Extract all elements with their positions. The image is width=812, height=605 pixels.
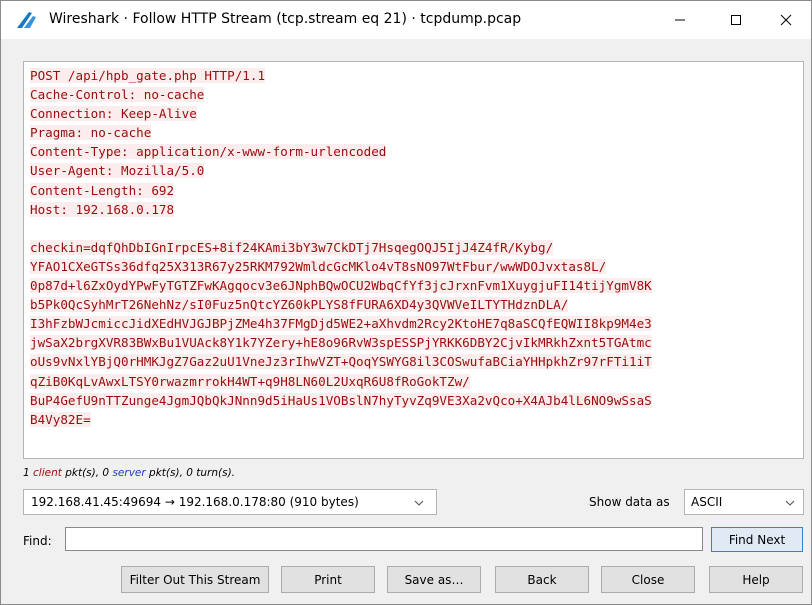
stream-line: Content-Type: application/x-www-form-url… bbox=[30, 142, 797, 161]
find-next-button[interactable]: Find Next bbox=[711, 527, 803, 552]
minimize-button[interactable] bbox=[657, 1, 703, 39]
chevron-down-icon bbox=[414, 497, 424, 511]
stream-line-text: oUs9vNxlYBjQ0rHMKJgZ7Gaz2uU1VneJz3rIhwVZ… bbox=[30, 354, 652, 370]
stream-line: YFAO1CXeGTSs36dfq25X313R67y25RKM792Wmldc… bbox=[30, 257, 797, 276]
stream-content-pane[interactable]: POST /api/hpb_gate.php HTTP/1.1 Cache-Con… bbox=[23, 61, 804, 459]
stream-line-text: POST /api/hpb_gate.php HTTP/1.1 bbox=[30, 68, 266, 83]
filter-out-stream-button[interactable]: Filter Out This Stream bbox=[121, 566, 269, 593]
show-data-as-select[interactable]: ASCII bbox=[684, 489, 804, 515]
stream-line-text: BuP4GefU9nTTZunge4JgmJQbQkJNnn9d5iHaUs1V… bbox=[30, 392, 652, 408]
stream-line: b5Pk0QcSyhMrT26NehNz/sI0Fuz5nQtcYZ60kPLY… bbox=[30, 295, 797, 314]
find-input[interactable] bbox=[65, 527, 703, 551]
close-window-button[interactable] bbox=[763, 1, 809, 39]
stream-line-text: b5Pk0QcSyhMrT26NehNz/sI0Fuz5nQtcYZ60kPLY… bbox=[30, 297, 569, 313]
back-button[interactable]: Back bbox=[495, 566, 589, 593]
stream-line-text: Pragma: no-cache bbox=[30, 125, 152, 141]
conversation-select-value: 192.168.41.45:49694 → 192.168.0.178:80 (… bbox=[31, 495, 359, 509]
stream-line: Pragma: no-cache bbox=[30, 123, 797, 142]
client-packet-count: 1 bbox=[23, 467, 30, 479]
server-packet-count: 0 bbox=[102, 467, 110, 479]
stream-line: Cache-Control: no-cache bbox=[30, 85, 797, 104]
stream-line-text: qZiB0KqLvAwxLTSY0rwazmrrokH4WT+q9H8LN60L… bbox=[30, 373, 470, 389]
packet-summary: 1 client pkt(s), 0 server pkt(s), 0 turn… bbox=[23, 467, 235, 479]
stream-line bbox=[30, 219, 797, 238]
stream-line-text: User-Agent: Mozilla/5.0 bbox=[30, 163, 205, 179]
stream-line: Host: 192.168.0.178 bbox=[30, 200, 797, 219]
client-suffix: pkt(s), bbox=[61, 467, 103, 479]
stream-line-text: Connection: Keep-Alive bbox=[30, 106, 197, 122]
follow-stream-window: Wireshark · Follow HTTP Stream (tcp.stre… bbox=[0, 0, 812, 605]
stream-line: BuP4GefU9nTTZunge4JgmJQbQkJNnn9d5iHaUs1V… bbox=[30, 391, 797, 410]
stream-line-text: Cache-Control: no-cache bbox=[30, 87, 205, 103]
server-suffix: pkt(s), 0 turn(s). bbox=[145, 467, 236, 479]
stream-line: checkin=dqfQhDbIGnIrpcES+8if24KAmi3bY3w7… bbox=[30, 238, 797, 257]
close-button[interactable]: Close bbox=[601, 566, 695, 593]
stream-line-text: jwSaX2brgXVR83BWxBu1VUAck8Y1k7YZery+hE8o… bbox=[30, 335, 652, 351]
save-as-button[interactable]: Save as… bbox=[387, 566, 481, 593]
title-bar[interactable]: Wireshark · Follow HTTP Stream (tcp.stre… bbox=[1, 1, 811, 39]
stream-line: POST /api/hpb_gate.php HTTP/1.1 bbox=[30, 66, 797, 85]
chevron-down-icon bbox=[785, 497, 795, 511]
client-label: client bbox=[33, 467, 62, 479]
show-data-label: Show data as bbox=[589, 495, 670, 509]
find-label: Find: bbox=[23, 534, 52, 548]
stream-line: User-Agent: Mozilla/5.0 bbox=[30, 161, 797, 180]
help-button[interactable]: Help bbox=[709, 566, 803, 593]
conversation-select[interactable]: 192.168.41.45:49694 → 192.168.0.178:80 (… bbox=[23, 489, 437, 515]
stream-line: oUs9vNxlYBjQ0rHMKJgZ7Gaz2uU1VneJz3rIhwVZ… bbox=[30, 352, 797, 371]
stream-line: jwSaX2brgXVR83BWxBu1VUAck8Y1k7YZery+hE8o… bbox=[30, 333, 797, 352]
stream-line-text: YFAO1CXeGTSs36dfq25X313R67y25RKM792Wmldc… bbox=[30, 258, 607, 274]
stream-line-text: 0p87d+l6ZxOydYPwFyTGTZFwKAgqocv3e6JNphBQ… bbox=[30, 278, 652, 294]
maximize-button[interactable] bbox=[713, 1, 759, 39]
stream-line-text: B4Vy82E= bbox=[30, 411, 91, 427]
window-title: Wireshark · Follow HTTP Stream (tcp.stre… bbox=[49, 11, 522, 27]
stream-line: I3hFzbWJcmiccJidXEdHVJGJBPjZMe4h37FMgDjd… bbox=[30, 314, 797, 333]
stream-line-text: Content-Type: application/x-www-form-url… bbox=[30, 144, 387, 160]
stream-line-text: I3hFzbWJcmiccJidXEdHVJGJBPjZMe4h37FMgDjd… bbox=[30, 316, 652, 332]
stream-line-text: Host: 192.168.0.178 bbox=[30, 201, 175, 217]
server-label: server bbox=[112, 467, 146, 479]
print-button[interactable]: Print bbox=[281, 566, 375, 593]
stream-line: Content-Length: 692 bbox=[30, 181, 797, 200]
stream-line-text: checkin=dqfQhDbIGnIrpcES+8if24KAmi3bY3w7… bbox=[30, 239, 554, 255]
stream-line: B4Vy82E= bbox=[30, 410, 797, 429]
wireshark-fin-icon bbox=[15, 10, 39, 30]
stream-line: Connection: Keep-Alive bbox=[30, 104, 797, 123]
show-data-select-value: ASCII bbox=[691, 495, 723, 509]
stream-line: qZiB0KqLvAwxLTSY0rwazmrrokH4WT+q9H8LN60L… bbox=[30, 372, 797, 391]
stream-line: 0p87d+l6ZxOydYPwFyTGTZFwKAgqocv3e6JNphBQ… bbox=[30, 276, 797, 295]
stream-line-text: Content-Length: 692 bbox=[30, 182, 175, 198]
